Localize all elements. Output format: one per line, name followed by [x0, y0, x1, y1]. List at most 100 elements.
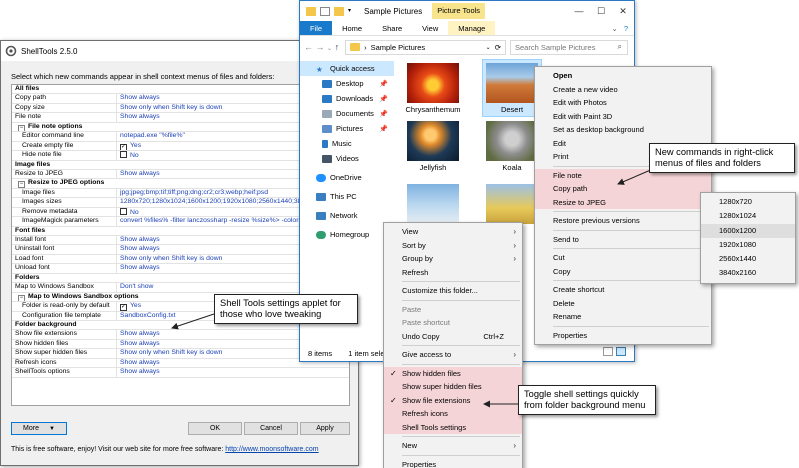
- menu-item-customize-folder[interactable]: Customize this folder...: [384, 284, 522, 298]
- large-icons-view-icon[interactable]: [616, 347, 626, 356]
- grid-label-text: Resize to JPEG options: [28, 179, 105, 187]
- menu-item-size[interactable]: 3840x2160: [701, 266, 795, 280]
- menu-item-view[interactable]: View ›: [384, 225, 522, 239]
- minimize-icon[interactable]: —: [568, 6, 590, 17]
- checkbox[interactable]: [120, 207, 127, 215]
- menu-item-edit-paint3d[interactable]: Edit with Paint 3D: [535, 110, 711, 124]
- tab-manage[interactable]: Manage: [448, 21, 496, 35]
- menu-item-group-by[interactable]: Group by ›: [384, 252, 522, 266]
- menu-item-refresh-icons[interactable]: Refresh icons: [384, 407, 522, 421]
- up-icon[interactable]: ↑: [335, 42, 340, 52]
- new-folder-icon[interactable]: [334, 6, 344, 16]
- thumbnail-image[interactable]: [403, 184, 463, 226]
- nav-item-homegroup[interactable]: Homegroup: [300, 227, 394, 242]
- menu-item-create-video[interactable]: Create a new video: [535, 83, 711, 97]
- nav-item-quick-access[interactable]: ★ Quick access: [300, 61, 394, 76]
- ok-button[interactable]: OK: [188, 422, 242, 435]
- nav-item-documents[interactable]: Documents 📌: [300, 106, 394, 121]
- grid-value[interactable]: Show always: [117, 368, 349, 376]
- menu-item-copy[interactable]: Copy: [535, 265, 711, 279]
- more-button[interactable]: More ▼: [11, 422, 67, 435]
- nav-item-desktop[interactable]: Desktop 📌: [300, 76, 394, 91]
- menu-item-undo-copy[interactable]: Undo Copy Ctrl+Z: [384, 330, 522, 344]
- nav-item-videos[interactable]: Videos: [300, 151, 394, 166]
- nav-item-network[interactable]: Network: [300, 208, 394, 223]
- menu-item-copy-path[interactable]: Copy path: [535, 182, 711, 196]
- nav-item-this-pc[interactable]: This PC: [300, 189, 394, 204]
- properties-check-icon[interactable]: [320, 6, 330, 16]
- menu-item-shelltools-settings[interactable]: Shell Tools settings: [384, 421, 522, 435]
- dropdown-icon[interactable]: ▾: [348, 7, 354, 16]
- history-chevron-icon[interactable]: ⌄: [327, 46, 332, 52]
- tab-home[interactable]: Home: [332, 21, 372, 35]
- menu-item-create-shortcut[interactable]: Create shortcut: [535, 283, 711, 297]
- thumbnail-jellyfish[interactable]: Jellyfish: [403, 121, 463, 172]
- thumbnail-koala[interactable]: Koala: [482, 121, 542, 172]
- collapse-icon[interactable]: −: [18, 181, 25, 188]
- menu-item-send-to[interactable]: Send to›: [535, 233, 711, 247]
- expand-ribbon-icon[interactable]: ⌄: [611, 24, 617, 33]
- menu-item-show-super-hidden[interactable]: Show super hidden files: [384, 380, 522, 394]
- search-icon[interactable]: ⌕: [618, 42, 622, 52]
- forward-icon[interactable]: →: [316, 42, 325, 52]
- grid-row[interactable]: ShellTools options Show always: [12, 368, 349, 378]
- menu-item-show-hidden[interactable]: ✓ Show hidden files: [384, 367, 522, 381]
- checkbox[interactable]: [120, 151, 127, 159]
- maximize-icon[interactable]: ☐: [590, 6, 612, 17]
- menu-item-size[interactable]: 1280x720: [701, 195, 795, 209]
- folder-icon[interactable]: [306, 6, 316, 16]
- help-icon[interactable]: ?: [624, 24, 628, 33]
- menu-item-new[interactable]: New ›: [384, 439, 522, 453]
- apply-button[interactable]: Apply: [300, 422, 350, 435]
- tab-view[interactable]: View: [412, 21, 448, 35]
- website-link[interactable]: http://www.moonsoftware.com: [225, 446, 318, 453]
- checkbox[interactable]: ✓: [120, 143, 127, 151]
- menu-item-delete[interactable]: Delete: [535, 297, 711, 311]
- menu-item-label: Give access to: [402, 350, 452, 359]
- menu-item-give-access[interactable]: Give access to ›: [384, 348, 522, 362]
- address-bar[interactable]: › Sample Pictures ⌄ ⟳: [345, 39, 506, 55]
- menu-item-cut[interactable]: Cut: [535, 251, 711, 265]
- menu-item-properties[interactable]: Properties: [535, 329, 711, 343]
- nav-item-onedrive[interactable]: OneDrive: [300, 170, 394, 185]
- menu-item-properties[interactable]: Properties: [384, 458, 522, 468]
- nav-item-pictures[interactable]: Pictures 📌: [300, 121, 394, 136]
- search-input[interactable]: Search Sample Pictures: [510, 39, 628, 55]
- menu-item-open[interactable]: Open: [535, 69, 711, 83]
- path-segment[interactable]: Sample Pictures: [371, 43, 426, 52]
- cancel-button[interactable]: Cancel: [244, 422, 298, 435]
- close-icon[interactable]: ✕: [612, 6, 634, 17]
- tulips-image: [486, 184, 538, 224]
- nav-item-music[interactable]: Music: [300, 136, 394, 151]
- details-view-icon[interactable]: [603, 347, 613, 356]
- grid-label: Images sizes: [12, 198, 117, 207]
- nav-item-downloads[interactable]: Downloads 📌: [300, 91, 394, 106]
- back-icon[interactable]: ←: [304, 42, 313, 52]
- checkmark-icon: ✓: [390, 395, 397, 405]
- menu-item-set-desktop-bg[interactable]: Set as desktop background: [535, 123, 711, 137]
- menu-item-edit-photos[interactable]: Edit with Photos: [535, 96, 711, 110]
- menu-separator: [402, 281, 520, 282]
- menu-item-show-extensions[interactable]: ✓ Show file extensions: [384, 394, 522, 408]
- grid-value-text: Show only when Shift key is down: [120, 103, 223, 111]
- grid-label-text: Remove metadata: [22, 207, 78, 215]
- collapse-icon[interactable]: −: [18, 294, 25, 302]
- thumbnail-image[interactable]: [482, 184, 542, 226]
- menu-item-size[interactable]: 2560x1440: [701, 252, 795, 266]
- refresh-icon[interactable]: ⟳: [495, 43, 501, 52]
- menu-item-restore-versions[interactable]: Restore previous versions: [535, 214, 711, 228]
- menu-item-refresh[interactable]: Refresh: [384, 266, 522, 280]
- menu-item-rename[interactable]: Rename: [535, 310, 711, 324]
- thumbnail-desert[interactable]: Desert: [482, 59, 542, 117]
- menu-item-size[interactable]: 1920x1080: [701, 238, 795, 252]
- chevron-down-icon[interactable]: ⌄: [486, 44, 491, 51]
- collapse-icon[interactable]: −: [18, 124, 25, 132]
- menu-item-size[interactable]: 1280x1024: [701, 209, 795, 223]
- tab-share[interactable]: Share: [372, 21, 412, 35]
- thumbnail-chrysanthemum[interactable]: Chrysanthemum: [403, 63, 463, 114]
- menu-item-sort-by[interactable]: Sort by ›: [384, 239, 522, 253]
- checkbox[interactable]: ✓: [120, 304, 127, 311]
- menu-item-size[interactable]: 1600x1200: [701, 223, 795, 238]
- menu-item-resize-jpeg[interactable]: Resize to JPEG›: [535, 196, 711, 210]
- tab-file[interactable]: File: [300, 21, 333, 35]
